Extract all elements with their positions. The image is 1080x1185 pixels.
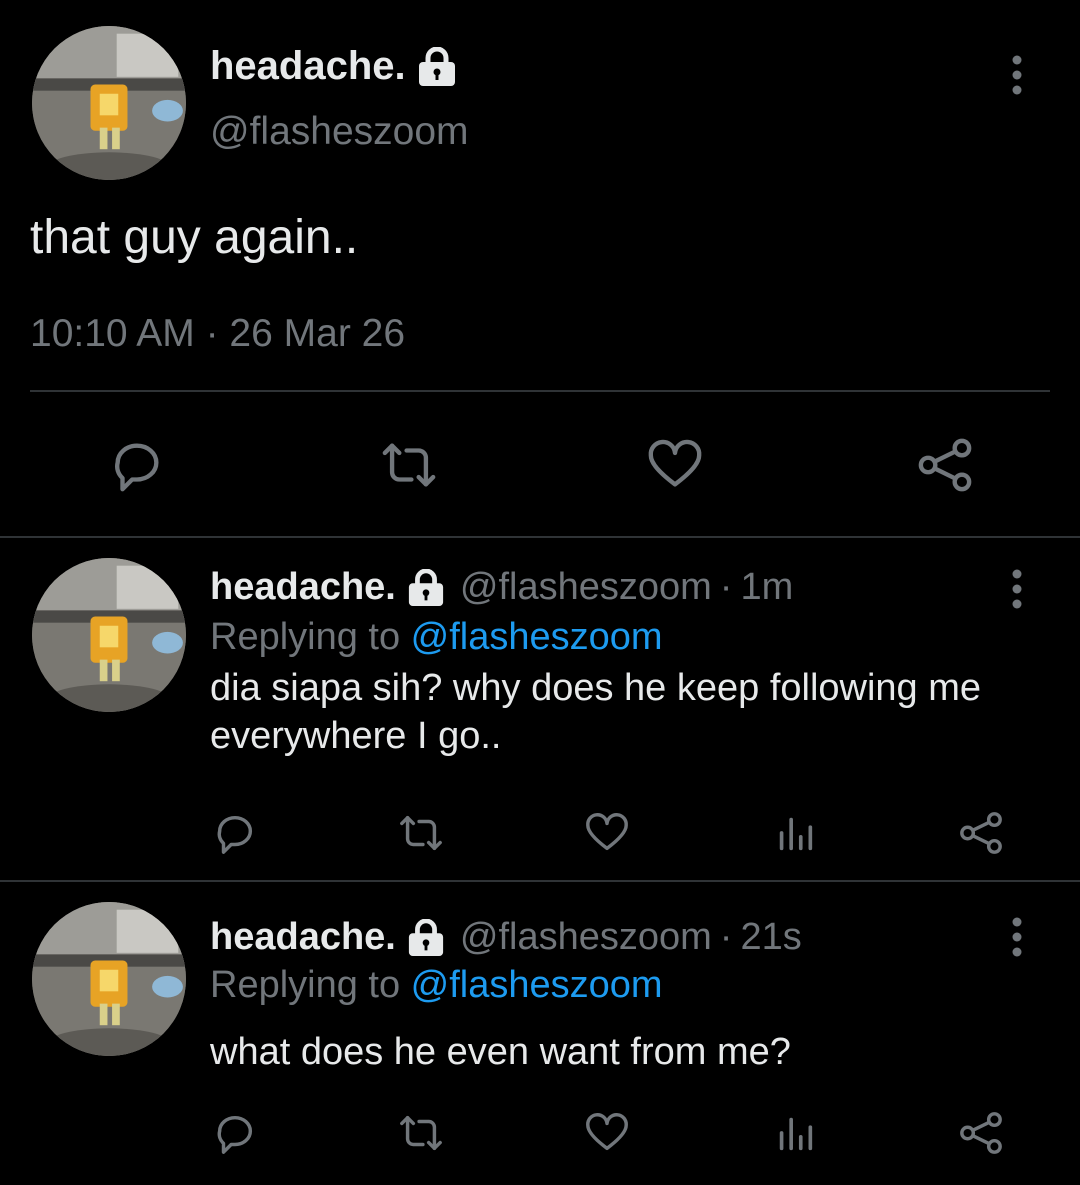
reply-tweet[interactable]: headache. @flasheszoom · 21s Replying to… <box>0 882 1080 1185</box>
replying-to-link[interactable]: @flasheszoom <box>411 964 663 1006</box>
more-vertical-icon[interactable] <box>1007 568 1027 610</box>
like-icon[interactable] <box>584 810 630 856</box>
handle[interactable]: @flasheszoom <box>460 916 712 959</box>
analytics-icon[interactable] <box>772 1110 818 1156</box>
like-icon[interactable] <box>584 1110 630 1156</box>
tweet-text: that guy again.. <box>30 211 359 264</box>
retweet-icon[interactable] <box>398 1110 444 1156</box>
replying-to: Replying to @flasheszoom <box>210 964 663 1007</box>
display-name[interactable]: headache. <box>210 566 396 609</box>
display-name-text: headache. <box>210 44 406 88</box>
reply-icon[interactable] <box>212 810 258 856</box>
replying-prefix: Replying to <box>210 964 411 1006</box>
avatar[interactable] <box>32 558 186 712</box>
lock-icon <box>406 568 446 607</box>
lock-icon <box>406 918 446 957</box>
avatar[interactable] <box>32 902 186 1056</box>
reply-header: headache. @flasheszoom · 1m <box>210 566 793 609</box>
display-name[interactable]: headache. <box>210 44 458 89</box>
timestamp[interactable]: 10:10 AM · 26 Mar 26 <box>30 312 405 356</box>
separator-dot: · <box>719 566 733 608</box>
replying-to-link[interactable]: @flasheszoom <box>411 616 663 658</box>
lock-icon <box>416 46 458 87</box>
replying-to: Replying to @flasheszoom <box>210 616 663 659</box>
main-tweet: headache. @flasheszoom that guy again.. … <box>0 0 1080 536</box>
retweet-icon[interactable] <box>398 810 444 856</box>
avatar-photo <box>32 558 186 712</box>
analytics-icon[interactable] <box>772 810 818 856</box>
reply-header: headache. @flasheszoom · 21s <box>210 916 802 959</box>
share-icon[interactable] <box>916 436 974 494</box>
more-vertical-icon[interactable] <box>1007 916 1027 958</box>
tweet-text: what does he even want from me? <box>210 1031 791 1073</box>
divider <box>30 390 1050 392</box>
reply-icon[interactable] <box>212 1110 258 1156</box>
handle[interactable]: @flasheszoom <box>210 110 469 154</box>
display-name[interactable]: headache. <box>210 916 396 959</box>
avatar[interactable] <box>32 26 186 180</box>
handle[interactable]: @flasheszoom <box>460 566 712 609</box>
retweet-icon[interactable] <box>380 436 438 494</box>
reply-icon[interactable] <box>108 436 166 494</box>
replying-prefix: Replying to <box>210 616 411 658</box>
relative-time[interactable]: 1m <box>740 566 793 609</box>
avatar-photo <box>32 902 186 1056</box>
separator-dot: · <box>719 916 733 958</box>
share-icon[interactable] <box>958 810 1004 856</box>
tweet-text: dia siapa sih? why does he keep followin… <box>210 667 982 757</box>
share-icon[interactable] <box>958 1110 1004 1156</box>
avatar-photo <box>32 26 186 180</box>
more-vertical-icon[interactable] <box>1007 54 1027 96</box>
reply-tweet[interactable]: headache. @flasheszoom · 1m Replying to … <box>0 538 1080 878</box>
like-icon[interactable] <box>646 436 704 494</box>
relative-time[interactable]: 21s <box>740 916 801 959</box>
